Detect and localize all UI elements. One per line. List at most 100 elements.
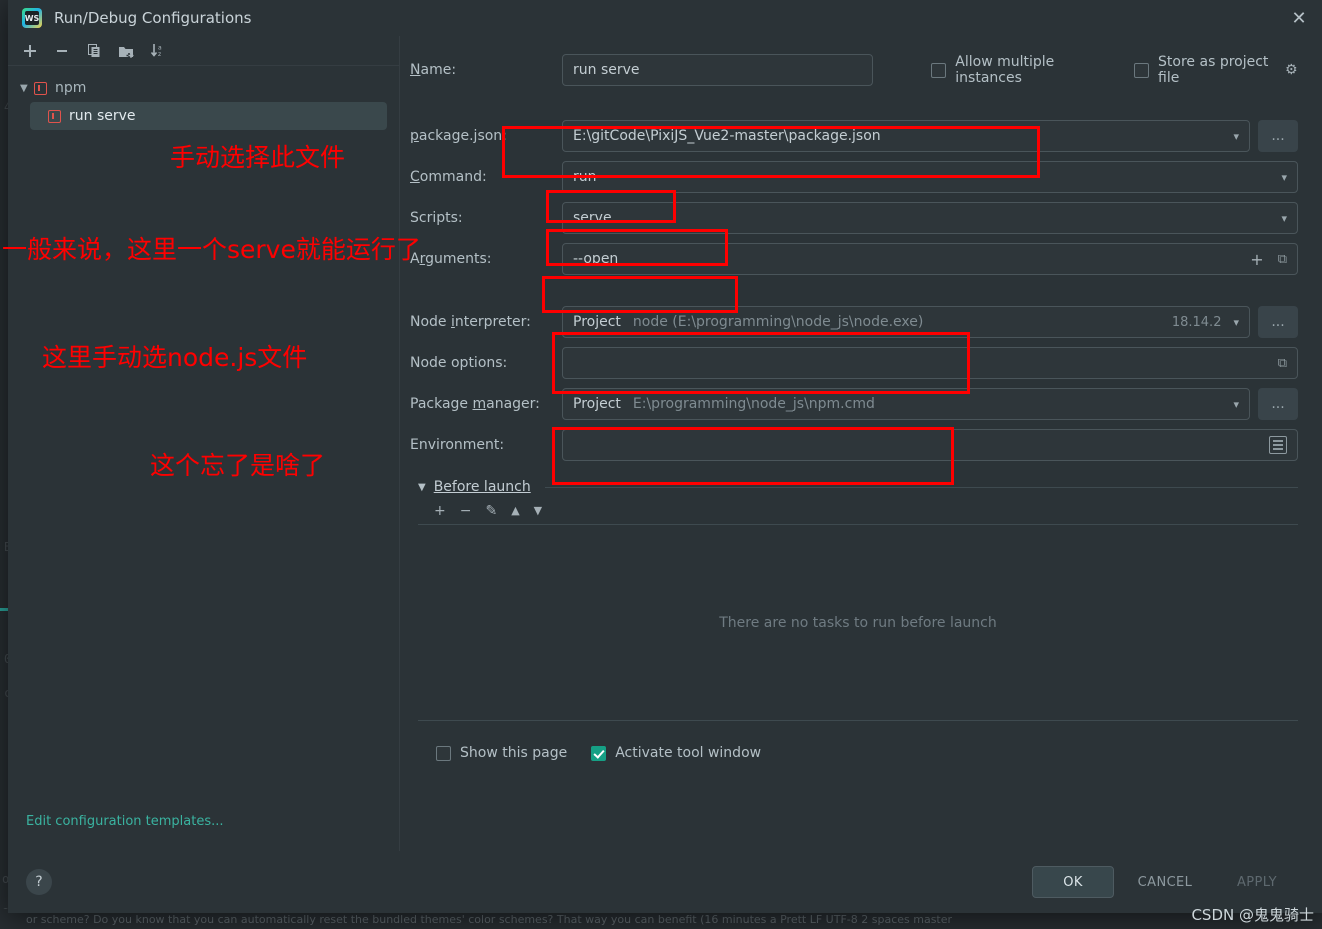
run-debug-configurations-dialog: Run/Debug Configurations ✕: [8, 0, 1322, 913]
chevron-down-icon[interactable]: ▼: [20, 83, 34, 94]
activate-tool-window-checkbox[interactable]: Activate tool window: [591, 745, 761, 761]
node-interpreter-value: node (E:\programming\node_js\node.exe): [632, 314, 924, 330]
chevron-down-icon[interactable]: ▾: [1273, 171, 1287, 184]
node-options-row: Node options: ⧉: [410, 347, 1298, 379]
package-json-browse-button[interactable]: ...: [1258, 120, 1298, 152]
node-interpreter-row: Node interpreter: Project node (E:\progr…: [410, 306, 1298, 338]
add-task-button[interactable]: +: [434, 503, 446, 519]
chevron-down-icon[interactable]: ▾: [1273, 212, 1287, 225]
divider: [544, 486, 1298, 488]
package-manager-prefix: Project: [573, 396, 621, 412]
dialog-title: Run/Debug Configurations: [54, 9, 252, 27]
sidebar-toolbar: a z: [8, 36, 399, 66]
remove-task-button[interactable]: −: [460, 503, 472, 519]
tree-group-npm[interactable]: ▼ npm: [8, 74, 399, 102]
allow-multiple-instances-checkbox[interactable]: Allow multiple instances: [931, 54, 1104, 86]
chevron-down-icon[interactable]: ▾: [1225, 398, 1239, 411]
move-task-up-button[interactable]: ▲: [511, 504, 519, 517]
node-options-label: Node options:: [410, 355, 508, 371]
document-edit-icon[interactable]: [1269, 436, 1287, 454]
node-interpreter-browse-button[interactable]: ...: [1258, 306, 1298, 338]
dialog-body: a z ▼ npm run serve Edit configuration t…: [8, 36, 1322, 851]
edit-configuration-templates-link[interactable]: Edit configuration templates...: [8, 814, 399, 851]
watermark: CSDN @鬼鬼骑士: [1191, 906, 1314, 924]
node-options-input[interactable]: ⧉: [562, 347, 1298, 379]
before-launch-header[interactable]: ▼ Before launch: [418, 479, 1298, 495]
expand-icon[interactable]: ⧉: [1270, 356, 1287, 371]
environment-row: Environment:: [410, 429, 1298, 461]
tree-item-label: run serve: [69, 108, 136, 124]
close-icon[interactable]: ✕: [1276, 0, 1322, 36]
package-json-input[interactable]: E:\gitCode\PixiJS_Vue2-master\package.js…: [562, 120, 1250, 152]
tree-group-label: npm: [55, 80, 87, 96]
configurations-tree: ▼ npm run serve: [8, 66, 399, 814]
dialog-footer: ? OK CANCEL APPLY: [8, 851, 1322, 913]
show-this-page-label: Show this page: [460, 745, 568, 761]
node-interpreter-version: 18.14.2: [1171, 314, 1222, 330]
arguments-label: Arguments:: [410, 251, 492, 267]
chevron-down-icon[interactable]: ▼: [418, 482, 426, 493]
add-argument-icon[interactable]: +: [1244, 250, 1269, 269]
before-launch-label: Before launch: [433, 479, 531, 495]
gear-icon[interactable]: ⚙: [1285, 63, 1298, 78]
copy-configuration-button[interactable]: [82, 39, 106, 63]
command-select[interactable]: run ▾: [562, 161, 1298, 193]
allow-multiple-instances-label: Allow multiple instances: [955, 54, 1055, 86]
svg-text:z: z: [158, 51, 161, 58]
configurations-sidebar: a z ▼ npm run serve Edit configuration t…: [8, 36, 400, 851]
package-manager-label: Package manager:: [410, 396, 540, 412]
activate-tool-window-label: Activate tool window: [615, 745, 762, 761]
expand-icon[interactable]: ⧉: [1270, 252, 1287, 267]
checkbox-box: [436, 745, 451, 761]
store-as-project-file-checkbox[interactable]: Store as project file ⚙: [1134, 54, 1298, 86]
node-interpreter-label: Node interpreter:: [410, 314, 531, 330]
node-interpreter-prefix: Project: [573, 314, 621, 330]
package-json-value: E:\gitCode\PixiJS_Vue2-master\package.js…: [573, 128, 881, 144]
environment-label: Environment:: [410, 437, 505, 453]
ok-button[interactable]: OK: [1032, 866, 1114, 898]
environment-input[interactable]: [562, 429, 1298, 461]
chevron-down-icon[interactable]: ▾: [1225, 316, 1239, 329]
before-launch-empty-text: There are no tasks to run before launch: [719, 614, 997, 631]
arguments-value: --open: [573, 251, 619, 267]
configuration-form: Name: run serve Allow multiple instances…: [400, 36, 1322, 851]
sort-alphabetically-button[interactable]: a z: [146, 39, 170, 63]
name-input[interactable]: run serve: [562, 54, 874, 86]
before-launch-toolbar: + − ✎ ▲ ▼: [418, 497, 1298, 525]
node-interpreter-select[interactable]: Project node (E:\programming\node_js\nod…: [562, 306, 1250, 338]
dialog-titlebar: Run/Debug Configurations ✕: [8, 0, 1322, 36]
add-configuration-button[interactable]: [18, 39, 42, 63]
show-this-page-checkbox[interactable]: Show this page: [436, 745, 567, 761]
store-as-project-file-label: Store as project file: [1158, 54, 1269, 86]
ide-status-text: or scheme? Do you know that you can auto…: [26, 912, 953, 926]
package-manager-select[interactable]: Project E:\programming\node_js\npm.cmd ▾: [562, 388, 1250, 420]
help-button[interactable]: ?: [26, 869, 52, 895]
scripts-label: Scripts:: [410, 210, 463, 226]
edit-task-button[interactable]: ✎: [485, 503, 497, 519]
apply-button[interactable]: APPLY: [1216, 866, 1298, 898]
chevron-down-icon[interactable]: ▾: [1225, 130, 1239, 143]
arguments-input[interactable]: --open + ⧉: [562, 243, 1298, 275]
package-manager-browse-button[interactable]: ...: [1258, 388, 1298, 420]
command-value: run: [573, 169, 597, 185]
package-json-label: package.json:: [410, 128, 507, 144]
checkbox-box: [1134, 62, 1150, 78]
scripts-value: serve: [573, 210, 612, 226]
cancel-button[interactable]: CANCEL: [1124, 866, 1206, 898]
new-folder-button[interactable]: [114, 39, 138, 63]
arguments-row: Arguments: --open + ⧉: [410, 243, 1298, 275]
checkbox-box: [931, 62, 947, 78]
tree-item-run-serve[interactable]: run serve: [30, 102, 387, 130]
before-launch-task-list: There are no tasks to run before launch: [418, 525, 1298, 721]
top-checkbox-group: Allow multiple instances Store as projec…: [931, 54, 1298, 86]
name-row: Name: run serve Allow multiple instances…: [410, 54, 1298, 86]
bottom-checkbox-group: Show this page Activate tool window: [436, 745, 1298, 761]
scripts-select[interactable]: serve ▾: [562, 202, 1298, 234]
scripts-row: Scripts: serve ▾: [410, 202, 1298, 234]
name-label: Name:: [410, 62, 457, 78]
move-task-down-button[interactable]: ▼: [534, 504, 542, 517]
package-manager-value: E:\programming\node_js\npm.cmd: [632, 396, 875, 412]
command-label: Command:: [410, 169, 487, 185]
remove-configuration-button[interactable]: [50, 39, 74, 63]
npm-icon: [48, 109, 61, 123]
